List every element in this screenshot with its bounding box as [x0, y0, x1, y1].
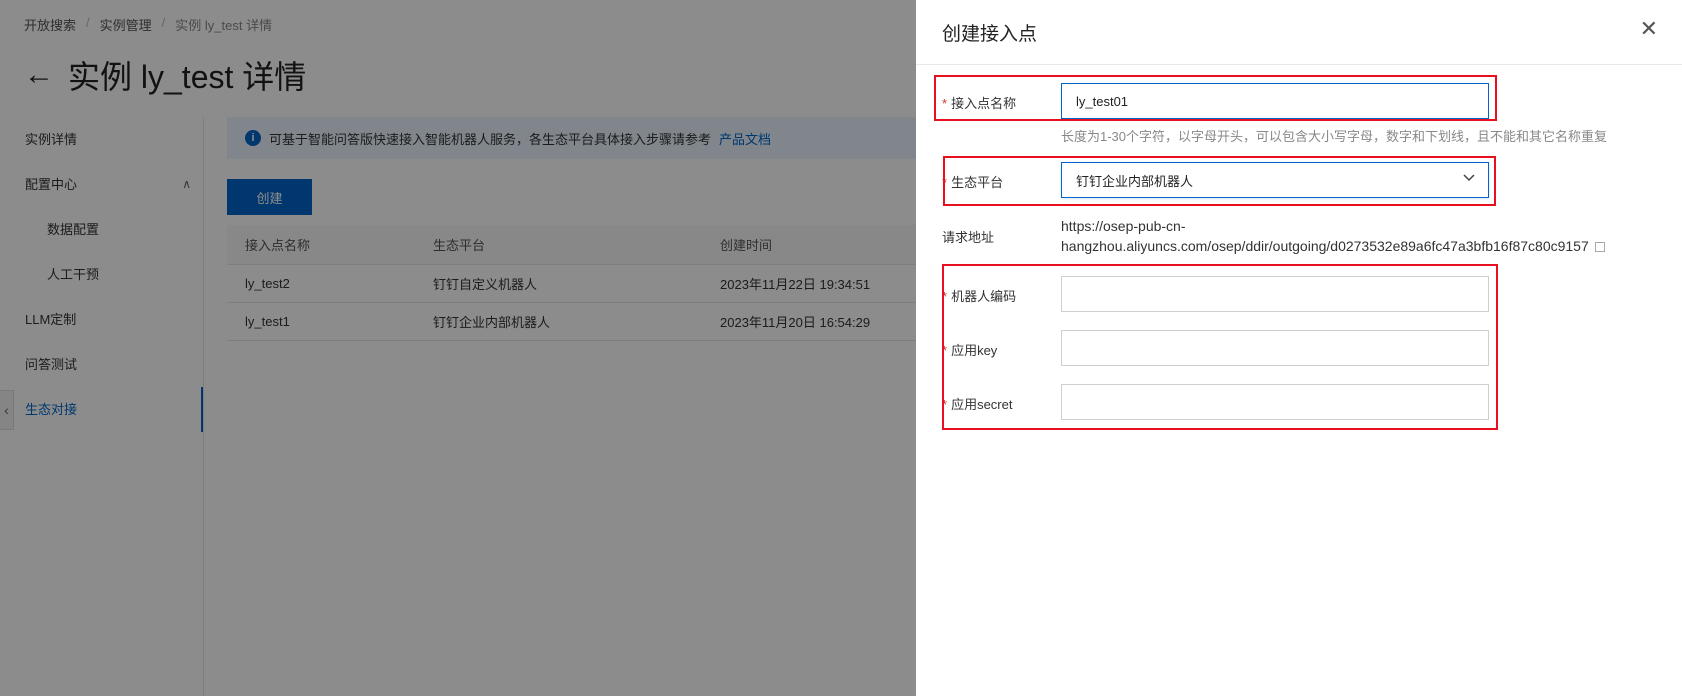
request-url-text: https://osep-pub-cn-hangzhou.aliyuncs.co…: [1061, 218, 1589, 254]
drawer-title: 创建接入点: [942, 24, 1038, 45]
copy-icon[interactable]: [1594, 242, 1605, 253]
name-hint: 长度为1-30个字符，以字母开头，可以包含大小写字母，数字和下划线，且不能和其它…: [1061, 129, 1608, 144]
highlight-box-platform: [943, 156, 1496, 206]
highlight-box-name: [934, 75, 1497, 121]
highlight-box-credentials: [942, 264, 1498, 430]
create-endpoint-drawer: 创建接入点 ✕ *接入点名称 长度为1-30个字符，以字母开头，可以包含大小写字…: [916, 0, 1682, 696]
request-url: https://osep-pub-cn-hangzhou.aliyuncs.co…: [1061, 216, 1641, 256]
drawer-header: 创建接入点 ✕: [916, 0, 1682, 65]
close-icon[interactable]: ✕: [1640, 18, 1658, 40]
modal-overlay[interactable]: [0, 0, 916, 696]
url-label: 请求地址: [942, 230, 995, 245]
